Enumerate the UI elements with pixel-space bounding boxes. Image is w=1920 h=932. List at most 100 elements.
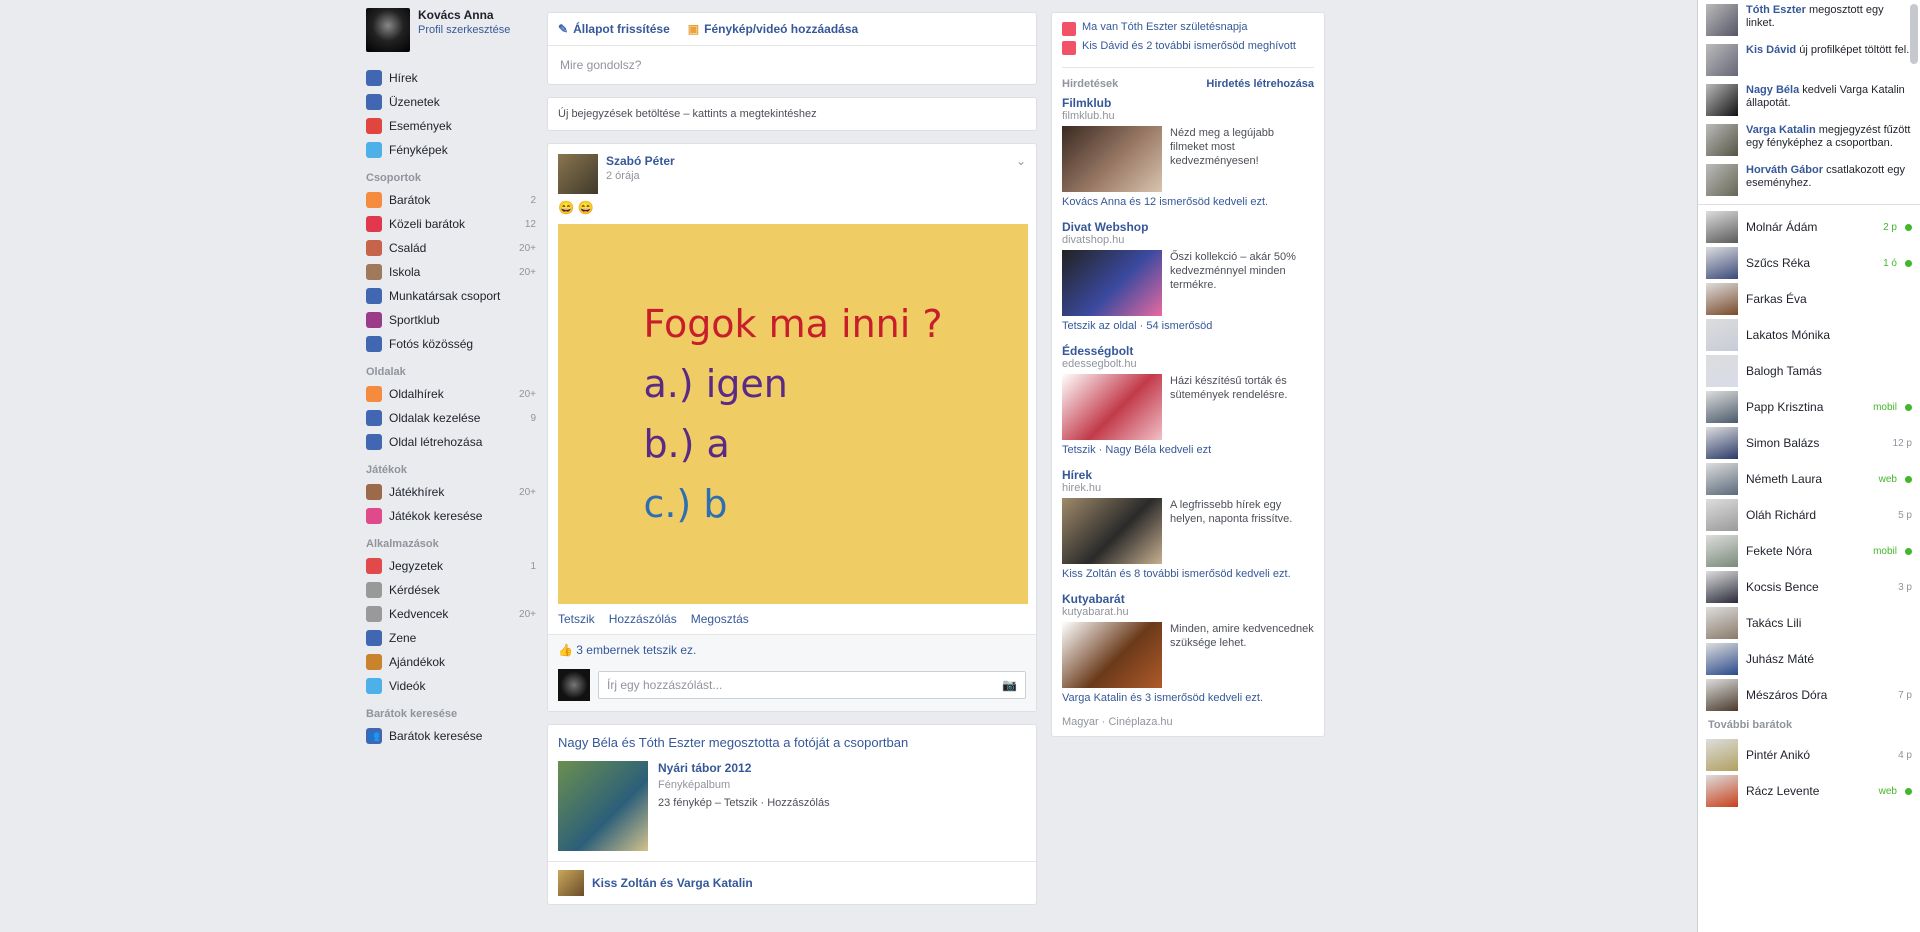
games-heading[interactable]: Játékok (366, 464, 536, 476)
chat-friend-row[interactable]: Fekete Nóra mobil (1698, 533, 1920, 569)
chat-friend-row[interactable]: Kocsis Bence 3 p (1698, 569, 1920, 605)
ad-url[interactable]: kutyabarat.hu (1062, 606, 1314, 618)
ad-image[interactable] (1062, 250, 1162, 316)
chat-friend-row[interactable]: Juhász Máté (1698, 641, 1920, 677)
nav-item[interactable]: Jegyzetek 1 (366, 554, 536, 578)
nav-item[interactable]: Fényképek (366, 138, 536, 162)
nav-item[interactable]: Iskola 20+ (366, 260, 536, 284)
chat-friend-row[interactable]: Oláh Richárd 5 p (1698, 497, 1920, 533)
ad-item[interactable]: Filmklub filmklub.hu Nézd meg a legújabb f… (1062, 96, 1314, 208)
ad-image[interactable] (1062, 126, 1162, 192)
post-image[interactable]: Fogok ma inni ? a.) igen b.) a c.) b (558, 224, 1028, 604)
sub-post-avatar[interactable] (558, 870, 584, 896)
nav-item[interactable]: Közeli barátok 12 (366, 212, 536, 236)
like-button[interactable]: Tetszik (558, 612, 595, 626)
ticker-name[interactable]: Varga Katalin (1746, 124, 1816, 136)
nav-item[interactable]: Játékhírek 20+ (366, 480, 536, 504)
chat-friend-row[interactable]: Simon Balázs 12 p (1698, 425, 1920, 461)
chevron-down-icon[interactable]: ⌄ (1016, 154, 1026, 168)
chat-friend-row[interactable]: Balogh Tamás (1698, 353, 1920, 389)
ad-url[interactable]: edessegbolt.hu (1062, 358, 1314, 370)
ticker-story[interactable]: Tóth Eszter megosztott egy linket. (1698, 0, 1920, 40)
nav-item[interactable]: Üzenetek (366, 90, 536, 114)
pages-heading[interactable]: Oldalak (366, 366, 536, 378)
ticker-name[interactable]: Nagy Béla (1746, 84, 1799, 96)
create-ad-link[interactable]: Hirdetés létrehozása (1206, 78, 1314, 90)
nav-item[interactable]: Munkatársak csoport (366, 284, 536, 308)
nav-item[interactable]: Játékok keresése (366, 504, 536, 528)
ad-image[interactable] (1062, 622, 1162, 688)
ad-title[interactable]: Filmklub (1062, 96, 1314, 110)
nav-item[interactable]: Oldalhírek 20+ (366, 382, 536, 406)
nav-item[interactable]: Videók (366, 674, 536, 698)
footer-links[interactable]: Magyar · Cinéplaza.hu (1062, 716, 1314, 728)
chat-friend-row[interactable]: Takács Lili (1698, 605, 1920, 641)
comment-button[interactable]: Hozzászólás (609, 612, 677, 626)
likes-summary[interactable]: 👍 3 embernek tetszik ez. (548, 634, 1036, 665)
ad-social-context[interactable]: Varga Katalin és 3 ismerősöd kedveli ezt… (1062, 692, 1314, 704)
ticker-name[interactable]: Tóth Eszter (1746, 4, 1806, 16)
ad-title[interactable]: Divat Webshop (1062, 220, 1314, 234)
event-invite[interactable]: Kis Dávid és 2 további ismerősöd meghívo… (1062, 40, 1314, 55)
comment-input[interactable]: Írj egy hozzászólást... 📷 (598, 671, 1026, 699)
post-time[interactable]: 2 órája (606, 170, 675, 182)
shared-album-thumbnail[interactable] (558, 761, 648, 851)
ad-url[interactable]: divatshop.hu (1062, 234, 1314, 246)
shared-album-name[interactable]: Nyári tábor 2012 (658, 761, 830, 775)
ticker-name[interactable]: Horváth Gábor (1746, 164, 1823, 176)
chat-friend-row[interactable]: Papp Krisztina mobil (1698, 389, 1920, 425)
ad-image[interactable] (1062, 374, 1162, 440)
apps-heading[interactable]: Alkalmazások (366, 538, 536, 550)
new-posts-notice[interactable]: Új bejegyzések betöltése – kattints a me… (547, 97, 1037, 131)
sub-post-author[interactable]: Kiss Zoltán és Varga Katalin (592, 876, 753, 890)
ad-title[interactable]: Hírek (1062, 468, 1314, 482)
composer-input[interactable]: Mire gondolsz? (548, 46, 1036, 84)
photo-tab[interactable]: ▣ Fénykép/videó hozzáadása (688, 22, 858, 36)
nav-item[interactable]: Barátok 2 (366, 188, 536, 212)
post-author[interactable]: Szabó Péter (606, 154, 675, 168)
ad-social-context[interactable]: Kiss Zoltán és 8 további ismerősöd kedve… (1062, 568, 1314, 580)
status-tab[interactable]: ✎ Állapot frissítése (558, 22, 670, 36)
shared-post-title[interactable]: Nagy Béla és Tóth Eszter megosztotta a f… (548, 725, 1036, 761)
ad-social-context[interactable]: Tetszik az oldal · 54 ismerősöd (1062, 320, 1314, 332)
chat-friend-row[interactable]: Lakatos Mónika (1698, 317, 1920, 353)
ad-item[interactable]: Édességbolt edessegbolt.hu Házi készítésű … (1062, 344, 1314, 456)
ad-item[interactable]: Kutyabarát kutyabarat.hu Minden, amire ked… (1062, 592, 1314, 704)
chat-friend-row[interactable]: Mészáros Dóra 7 p (1698, 677, 1920, 713)
nav-item[interactable]: Fotós közösség (366, 332, 536, 356)
ad-social-context[interactable]: Kovács Anna és 12 ismerősöd kedveli ezt. (1062, 196, 1314, 208)
nav-item[interactable]: Ajándékok (366, 650, 536, 674)
chat-friend-row[interactable]: Molnár Ádám 2 p (1698, 209, 1920, 245)
post-author-avatar[interactable] (558, 154, 598, 194)
birthday-reminder[interactable]: Ma van Tóth Eszter születésnapja (1062, 21, 1314, 36)
nav-item[interactable]: Oldal létrehozása (366, 430, 536, 454)
ad-item[interactable]: Hírek hirek.hu A legfrissebb hírek egy hel… (1062, 468, 1314, 580)
chat-friend-row[interactable]: Farkas Éva (1698, 281, 1920, 317)
nav-item[interactable]: Zene (366, 626, 536, 650)
nav-item[interactable]: Család 20+ (366, 236, 536, 260)
ticker-story[interactable]: Varga Katalin megjegyzést fűzött egy fén… (1698, 120, 1920, 160)
find-friends-link[interactable]: 👥 Barátok keresése (366, 724, 536, 748)
nav-item[interactable]: Sportklub (366, 308, 536, 332)
ad-item[interactable]: Divat Webshop divatshop.hu Őszi kollekció … (1062, 220, 1314, 332)
ticker-name[interactable]: Kis Dávid (1746, 44, 1796, 56)
profile-edit-link[interactable]: Profil szerkesztése (418, 24, 510, 36)
ad-url[interactable]: filmklub.hu (1062, 110, 1314, 122)
ticker-story[interactable]: Nagy Béla kedveli Varga Katalin állapotá… (1698, 80, 1920, 120)
nav-item[interactable]: Kedvencek 20+ (366, 602, 536, 626)
profile-name[interactable]: Kovács Anna (418, 8, 510, 22)
groups-heading[interactable]: Csoportok (366, 172, 536, 184)
nav-item[interactable]: Oldalak kezelése 9 (366, 406, 536, 430)
nav-item[interactable]: Kérdések (366, 578, 536, 602)
ad-social-context[interactable]: Tetszik · Nagy Béla kedveli ezt (1062, 444, 1314, 456)
chat-friend-row[interactable]: Szűcs Réka 1 ó (1698, 245, 1920, 281)
nav-item[interactable]: Hírek (366, 66, 536, 90)
nav-item[interactable]: Események (366, 114, 536, 138)
chat-friend-row[interactable]: Pintér Anikó 4 p (1698, 737, 1920, 773)
chat-scrollbar[interactable] (1910, 4, 1918, 64)
ad-url[interactable]: hirek.hu (1062, 482, 1314, 494)
ad-title[interactable]: Kutyabarát (1062, 592, 1314, 606)
profile-block[interactable]: Kovács Anna Profil szerkesztése (366, 8, 536, 52)
profile-avatar[interactable] (366, 8, 410, 52)
chat-friend-row[interactable]: Németh Laura web (1698, 461, 1920, 497)
